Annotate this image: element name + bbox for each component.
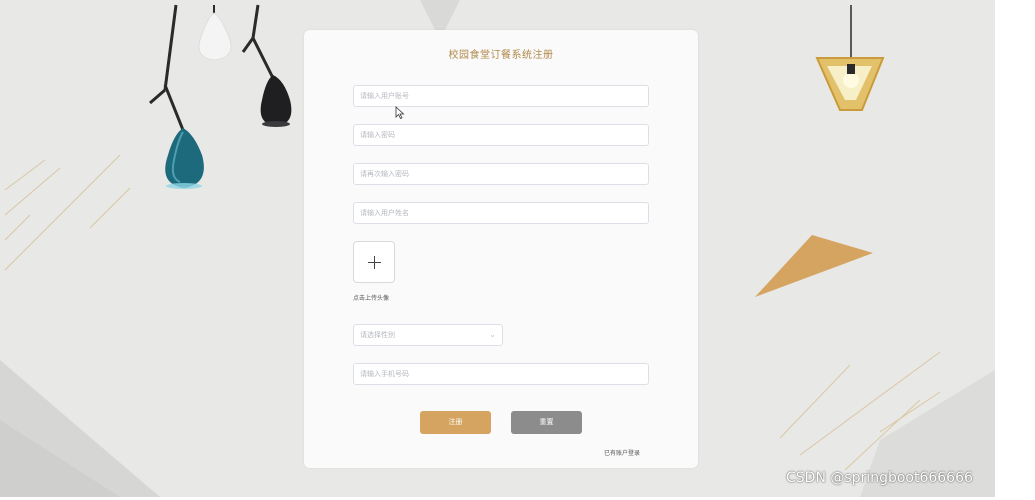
confirm-password-input[interactable]: 请再次输入密码 xyxy=(353,163,649,185)
upload-avatar-label: 点击上传头像 xyxy=(353,295,390,302)
phone-input[interactable]: 请输入手机号码 xyxy=(353,363,649,385)
password-input[interactable]: 请输入密码 xyxy=(353,124,649,146)
gender-select-value: 请选择性别 xyxy=(360,331,395,339)
register-button[interactable]: 注册 xyxy=(420,411,491,434)
register-card: 校园食堂订餐系统注册 请输入用户账号 请输入密码 请再次输入密码 请输入用户姓名… xyxy=(304,30,698,468)
mouse-cursor-icon xyxy=(395,106,405,120)
login-link[interactable]: 已有账户登录 xyxy=(604,448,640,457)
name-input[interactable]: 请输入用户姓名 xyxy=(353,202,649,224)
chevron-down-icon: ⌄ xyxy=(489,330,496,339)
watermark: CSDN @springboot666666 xyxy=(786,470,973,486)
account-input[interactable]: 请输入用户账号 xyxy=(353,85,649,107)
reset-button[interactable]: 重置 xyxy=(511,411,582,434)
page-title: 校园食堂订餐系统注册 xyxy=(448,50,554,61)
gender-select[interactable]: 请选择性别 ⌄ xyxy=(353,324,503,346)
avatar-upload[interactable] xyxy=(353,241,395,283)
